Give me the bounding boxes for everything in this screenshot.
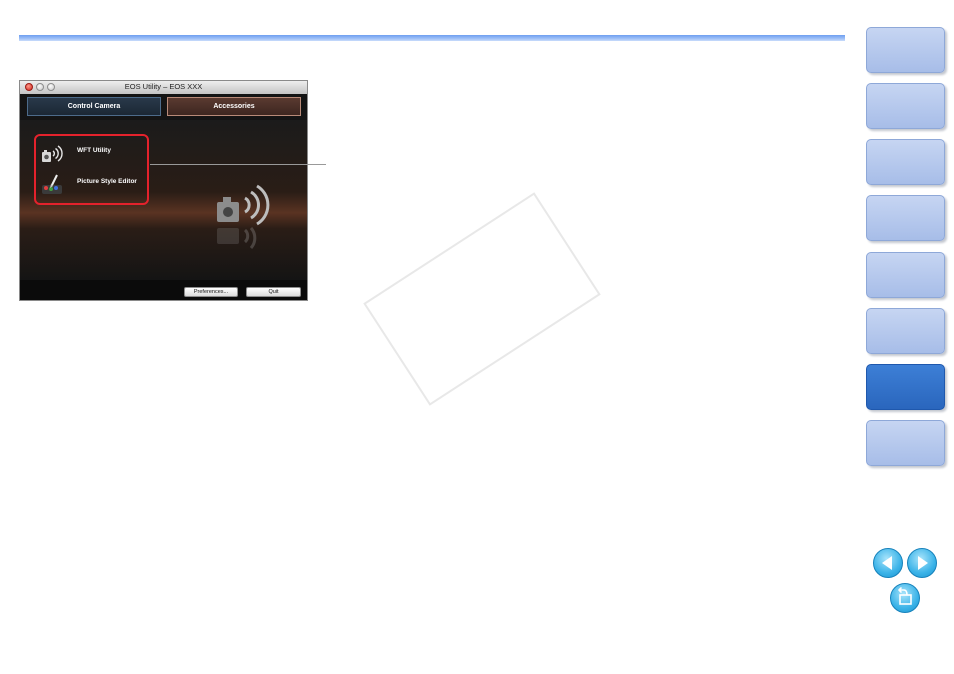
window-title: EOS Utility – EOS XXX (124, 82, 203, 91)
picture-style-editor-icon (42, 174, 62, 194)
app-item-picture-style-editor[interactable]: Picture Style Editor (40, 172, 148, 200)
callout-line (150, 164, 326, 165)
return-button[interactable] (890, 583, 920, 613)
window-titlebar[interactable]: EOS Utility – EOS XXX (20, 81, 307, 95)
app-item-wft-utility[interactable]: WFT Utility (40, 141, 148, 169)
nav-tab-5[interactable] (866, 252, 945, 298)
accessory-app-list: WFT Utility Picture Style Editor (34, 134, 149, 205)
nav-tab-3[interactable] (866, 139, 945, 185)
nav-tab-6[interactable] (866, 308, 945, 354)
tab-control-camera[interactable]: Control Camera (27, 97, 161, 116)
window-tab-bar: Control Camera Accessories (20, 94, 307, 120)
large-wireless-camera-icon (217, 184, 270, 249)
preferences-button[interactable]: Preferences... (184, 287, 238, 297)
next-page-button[interactable] (907, 548, 937, 578)
quit-button[interactable]: Quit (246, 287, 301, 297)
watermark-stamp (363, 192, 601, 406)
nav-tab-4[interactable] (866, 195, 945, 241)
previous-page-icon (882, 556, 892, 570)
tab-accessories[interactable]: Accessories (167, 97, 301, 116)
accessories-panel: WFT Utility Picture Style Editor (20, 120, 307, 280)
previous-page-button[interactable] (873, 548, 903, 578)
return-icon (898, 587, 912, 605)
app-label-wft-utility: WFT Utility (77, 147, 111, 154)
nav-tab-2[interactable] (866, 83, 945, 129)
header-rule (19, 35, 845, 41)
app-label-picture-style-editor: Picture Style Editor (77, 178, 137, 185)
nav-tab-1[interactable] (866, 27, 945, 73)
nav-tab-7[interactable] (866, 364, 945, 410)
window-footer: Preferences... Quit (20, 280, 307, 300)
eos-utility-window: EOS Utility – EOS XXX Control Camera Acc… (19, 80, 308, 301)
next-page-icon (918, 556, 928, 570)
wireless-camera-icon (42, 145, 63, 162)
nav-tab-8[interactable] (866, 420, 945, 466)
